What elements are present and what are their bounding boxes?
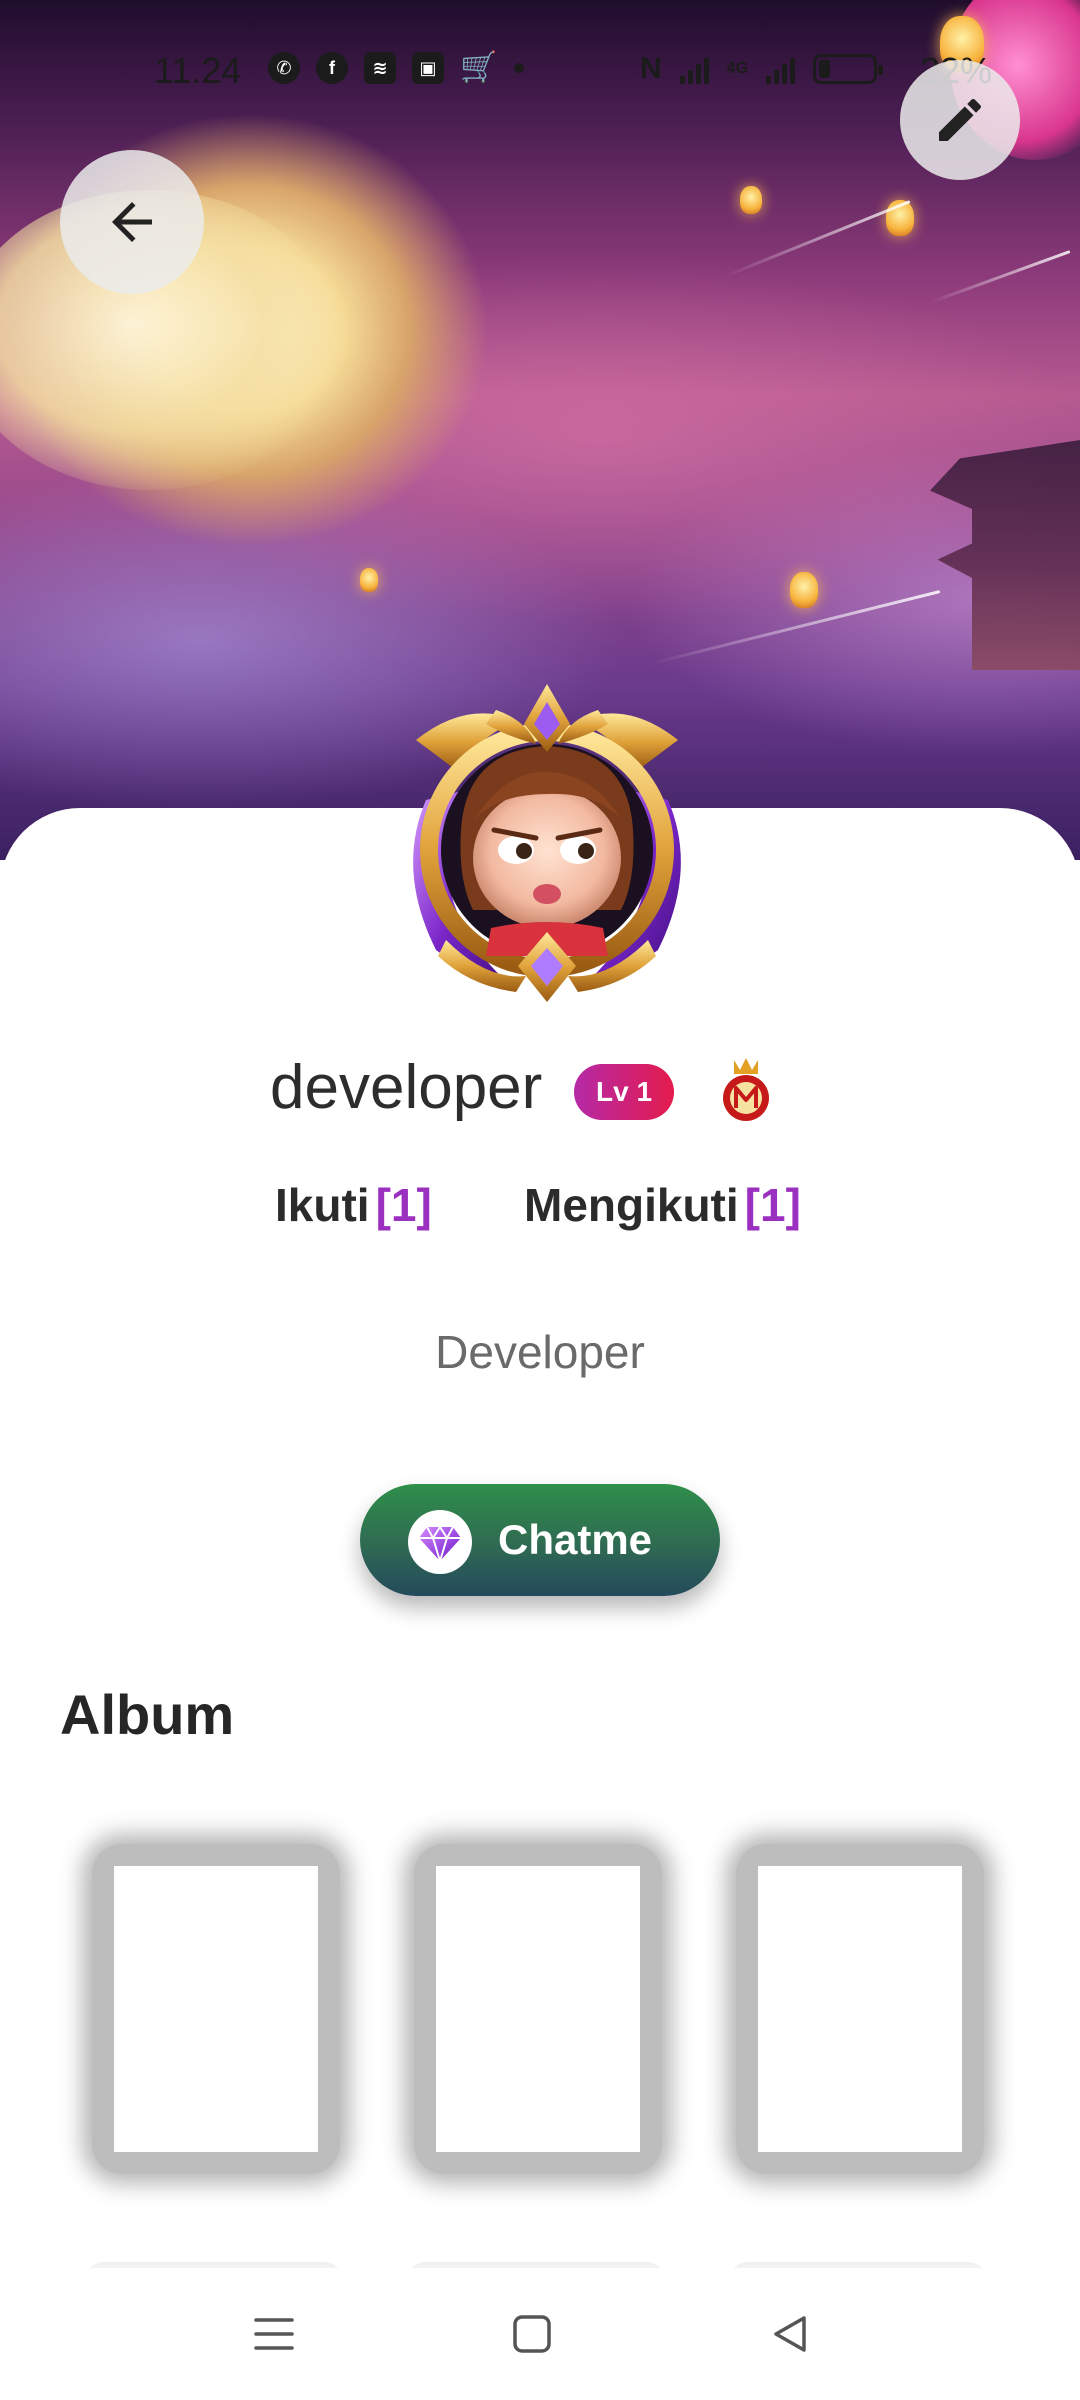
album-photo-placeholder <box>758 1866 962 2152</box>
album-photo-placeholder <box>114 1866 318 2152</box>
system-navigation-bar <box>0 2268 1080 2400</box>
profile-bio: Developer <box>435 1326 645 1378</box>
followers-count: [1] <box>375 1179 432 1231</box>
following-label: Mengikuti <box>524 1179 739 1231</box>
avatar[interactable] <box>386 680 708 1010</box>
username: developer <box>270 1053 543 1122</box>
system-status-icons: N 4G <box>640 52 884 86</box>
album-photo-placeholder <box>436 1866 640 2152</box>
followers-stat[interactable]: Ikuti [1] <box>275 1178 432 1232</box>
status-time: 11.24 <box>154 50 242 91</box>
battery-level <box>819 60 831 78</box>
system-back-button[interactable] <box>760 2304 820 2364</box>
menu-icon <box>254 2318 294 2350</box>
chatme-button[interactable]: Chatme <box>360 1484 720 1596</box>
m-medal-icon <box>718 1056 774 1124</box>
lantern <box>740 186 762 214</box>
following-stat[interactable]: Mengikuti [1] <box>524 1178 801 1232</box>
lantern <box>790 572 818 608</box>
followers-label: Ikuti <box>275 1179 370 1231</box>
signal-icon <box>766 54 796 84</box>
shooting-star <box>928 250 1071 305</box>
more-notifications-icon <box>514 63 524 73</box>
robot-icon: ▣ <box>412 52 444 84</box>
whatsapp-icon: ✆ <box>268 52 300 84</box>
diamond-icon <box>408 1510 472 1574</box>
level-badge: Lv 1 <box>574 1064 674 1120</box>
edit-profile-button[interactable] <box>900 60 1020 180</box>
album-title: Album <box>60 1683 235 1746</box>
signal-icon <box>679 54 709 84</box>
pencil-icon <box>939 98 981 141</box>
back-button[interactable] <box>60 150 204 294</box>
pagoda-art <box>930 440 1080 670</box>
album-photo-3[interactable] <box>736 1844 984 2174</box>
facebook-icon: f <box>316 52 348 84</box>
battery-icon <box>813 54 884 84</box>
back-triangle-icon <box>774 2316 806 2352</box>
shopping-cart-icon: 🛒 <box>460 51 498 84</box>
lantern <box>360 568 378 592</box>
nfc-icon: N <box>640 52 662 85</box>
notification-icons: ✆ f ≋ ▣ 🛒 <box>268 52 524 84</box>
app-icon: ≋ <box>364 52 396 84</box>
album-photo-2[interactable] <box>414 1844 662 2174</box>
album-photo-1[interactable] <box>92 1844 340 2174</box>
following-count: [1] <box>744 1179 801 1231</box>
home-button[interactable] <box>502 2304 562 2364</box>
recent-apps-button[interactable] <box>244 2304 304 2364</box>
network-type: 4G <box>726 60 749 77</box>
avatar-frame-art <box>413 684 681 1002</box>
chatme-label: Chatme <box>498 1516 653 1563</box>
arrow-left-icon <box>112 202 152 242</box>
home-square-icon <box>513 2315 551 2353</box>
